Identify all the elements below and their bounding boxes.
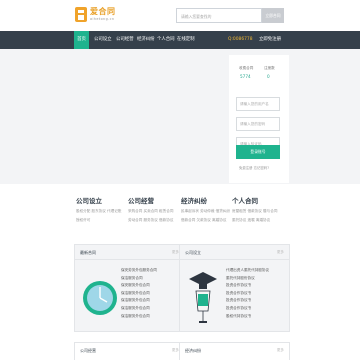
login-card: 收费合同 注册数 5774 0 请输入您的用户名 请输入您的密码 请输入验证码 …	[229, 55, 289, 183]
category-title[interactable]: 公司设立	[76, 195, 121, 205]
category-links[interactable]: 股权分配 股东协议 代理记账	[76, 209, 121, 214]
panel-latest: 最新合同 更多 保安劳务外包服务合同 保洁服务合同 保安服务外包合同 保洁服务外…	[74, 244, 185, 332]
panel-title: 最新合同	[80, 250, 96, 255]
panel-more-link[interactable]: 更多	[172, 250, 179, 255]
category-links[interactable]: 采购合同 买卖合同 租赁合同	[128, 209, 173, 214]
logo-icon[interactable]	[74, 6, 88, 23]
clock-icon	[83, 281, 117, 315]
list-item[interactable]: 股权代持协议书	[226, 313, 269, 321]
list-item[interactable]: 保洁服务合同	[121, 275, 157, 283]
login-links[interactable]: 免费注册 忘记密码?	[239, 165, 269, 170]
category-links[interactable]: 授权许可	[76, 218, 121, 223]
list-item[interactable]: 代理出资人委托代持股协议	[226, 267, 269, 275]
list-item[interactable]: 保洁服务外包合同	[121, 305, 157, 313]
main-nav: 首页 公司设立 公司经营 经济纠纷 个人合同 在线定制 Q:0086778 立即…	[0, 31, 360, 49]
category-links[interactable]: 民事起诉状 劳动仲裁 借贷纠纷	[181, 209, 230, 214]
category-company-setup: 公司设立 股权分配 股东协议 代理记账 授权许可	[76, 195, 121, 223]
login-link[interactable]: 立即免注册	[259, 31, 281, 49]
panel-header: 最新合同 更多	[75, 245, 184, 260]
login-button[interactable]: 登录账号	[236, 145, 280, 159]
nav-item-disputes[interactable]: 经济纠纷	[137, 31, 155, 49]
nav-item-company-setup[interactable]: 公司设立	[94, 31, 112, 49]
hero-banner	[0, 49, 360, 184]
panel-company-setup: 公司设立 更多 代理出资人委托代持股协议 委托代持股份协议 投资合作协议书 投资…	[179, 244, 290, 332]
panel-more-link[interactable]: 更多	[277, 348, 284, 353]
panel-disputes: 经济纠纷 更多	[179, 342, 290, 360]
nav-item-home[interactable]: 首页	[74, 31, 89, 49]
panel-more-link[interactable]: 更多	[172, 348, 179, 353]
list-item[interactable]: 投资合作协议书	[226, 297, 269, 305]
password-field[interactable]: 请输入您的密码	[236, 117, 280, 131]
list-item[interactable]: 保洁服务外包合同	[121, 290, 157, 298]
panel-header: 公司设立 更多	[180, 245, 289, 260]
category-title[interactable]: 个人合同	[232, 195, 277, 205]
username-field[interactable]: 请输入您的用户名	[236, 97, 280, 111]
stat-label-contracts: 收费合同	[239, 66, 254, 70]
logo-subtitle: aihetong.cn	[90, 17, 115, 21]
graduation-icon	[189, 272, 217, 323]
logo-text[interactable]: 爱合同	[90, 6, 116, 17]
list-item[interactable]: 保安劳务外包服务合同	[121, 267, 157, 275]
list-item[interactable]: 投资合作协议书	[226, 282, 269, 290]
list-item[interactable]: 委托代持股份协议	[226, 275, 269, 283]
nav-item-custom[interactable]: 在线定制	[177, 31, 195, 49]
search-input[interactable]: 请输入您要查找的	[176, 8, 262, 23]
category-links[interactable]: 借款合同 欠款协议 离婚协议	[181, 218, 230, 223]
phone-number: Q:0086778	[228, 37, 253, 42]
list-item[interactable]: 保洁服务外包合同	[121, 313, 157, 321]
stat-value-contracts: 5774	[240, 74, 251, 79]
category-title[interactable]: 公司经营	[128, 195, 173, 205]
list-item[interactable]: 投资合作协议书	[226, 290, 269, 298]
category-title[interactable]: 经济纠纷	[181, 195, 230, 205]
nav-item-operations[interactable]: 公司经营	[116, 31, 134, 49]
contract-list: 保安劳务外包服务合同 保洁服务合同 保安服务外包合同 保洁服务外包合同 保洁服务…	[121, 267, 157, 320]
list-item[interactable]: 保洁服务外包合同	[121, 297, 157, 305]
category-operations: 公司经营 采购合同 买卖合同 租赁合同 劳动合同 服务协议 借款协议	[128, 195, 173, 223]
panel-operations: 公司经营 更多	[74, 342, 185, 360]
stat-value-users: 0	[267, 74, 270, 79]
panel-more-link[interactable]: 更多	[277, 250, 284, 255]
panel-title: 经济纠纷	[185, 348, 201, 353]
category-links[interactable]: 房屋租赁 借款协议 赠与合同	[232, 209, 277, 214]
contract-list: 代理出资人委托代持股协议 委托代持股份协议 投资合作协议书 投资合作协议书 投资…	[226, 267, 269, 320]
nav-item-personal[interactable]: 个人合同	[157, 31, 175, 49]
search-button[interactable]: 立即合同	[262, 8, 284, 23]
panel-title: 公司经营	[80, 348, 96, 353]
list-item[interactable]: 保安服务外包合同	[121, 282, 157, 290]
category-personal: 个人合同 房屋租赁 借款协议 赠与合同 委托协议 遗嘱 离婚协议	[232, 195, 277, 223]
category-links[interactable]: 委托协议 遗嘱 离婚协议	[232, 218, 277, 223]
panel-title: 公司设立	[185, 250, 201, 255]
header: 爱合同 aihetong.cn 请输入您要查找的 立即合同	[0, 0, 360, 30]
category-disputes: 经济纠纷 民事起诉状 劳动仲裁 借贷纠纷 借款合同 欠款协议 离婚协议	[181, 195, 230, 223]
stat-label-users: 注册数	[264, 66, 275, 70]
list-item[interactable]: 投资合作协议书	[226, 305, 269, 313]
category-links[interactable]: 劳动合同 服务协议 借款协议	[128, 218, 173, 223]
